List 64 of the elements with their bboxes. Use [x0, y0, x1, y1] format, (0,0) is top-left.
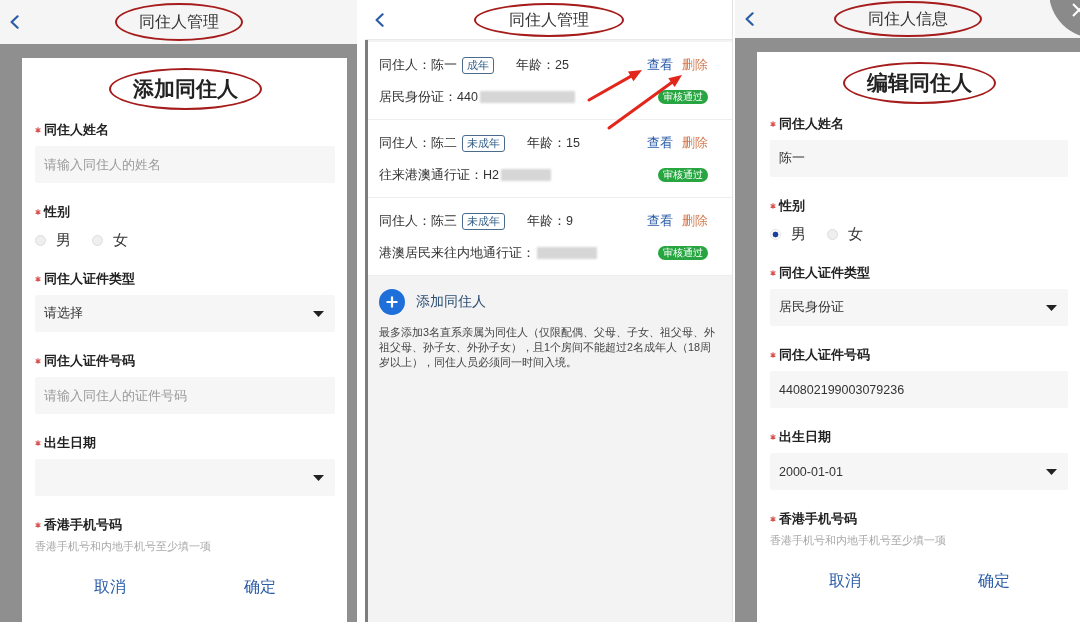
field-label: 出生日期	[779, 428, 831, 446]
field-label: 性别	[779, 197, 805, 215]
cancel-button[interactable]: 取消	[770, 561, 919, 601]
add-button[interactable]: 添加同住人	[379, 289, 486, 315]
field-label: 同住人证件号码	[779, 346, 870, 364]
radio-option[interactable]: 女	[92, 230, 128, 250]
confirm-button[interactable]: 确定	[185, 567, 335, 607]
age-text: 年龄：15	[527, 134, 580, 152]
select-field[interactable]: 请选择	[35, 295, 335, 332]
back-icon[interactable]	[9, 15, 19, 29]
field-label: 出生日期	[44, 434, 96, 452]
input-field[interactable]: 请输入同住人的证件号码	[35, 377, 335, 414]
field-label: 同住人姓名	[779, 115, 844, 133]
radio-option[interactable]: 男	[35, 230, 71, 250]
page-title: 同住人信息	[867, 9, 948, 29]
input-field[interactable]: 440802199003079236	[770, 371, 1068, 408]
radio-option[interactable]: 男	[770, 224, 806, 244]
input-field[interactable]: 请输入同住人的姓名	[35, 146, 335, 183]
close-icon[interactable]	[1050, 0, 1080, 38]
field-label: 同住人证件类型	[779, 264, 870, 282]
resident-name: 同住人：陈三	[379, 212, 457, 230]
info-note: 最多添加3名直系亲属为同住人（仅限配偶、父母、子女、祖父母、外祖父母、孙子女、外孙子女），且1个房间不能超过2名成年人（18周岁以上），同住人员必须同一时间入境。	[379, 325, 716, 370]
field-label: 同住人姓名	[44, 121, 109, 139]
field-label: 香港手机号码	[779, 510, 857, 528]
status-badge: 审核通过	[658, 90, 708, 104]
back-icon[interactable]	[374, 12, 384, 27]
view-link[interactable]: 查看	[647, 212, 673, 230]
age-group-tag: 成年	[462, 56, 494, 74]
age-text: 年龄：25	[516, 56, 569, 74]
plus-icon	[379, 289, 405, 315]
input-field[interactable]: 陈一	[770, 140, 1068, 177]
status-badge: 审核通过	[658, 168, 708, 182]
dialog-title: 编辑同住人	[866, 70, 972, 96]
caret-icon	[313, 310, 324, 317]
age-text: 年龄：9	[527, 212, 573, 230]
field-label: 性别	[44, 203, 70, 221]
caret-icon	[1046, 468, 1057, 475]
select-field[interactable]	[35, 459, 335, 496]
confirm-button[interactable]: 确定	[919, 561, 1068, 601]
resident-name: 同住人：陈一	[379, 56, 457, 74]
document-text: 港澳居民来往内地通行证：	[379, 244, 535, 262]
hint-text: 香港手机号和内地手机号至少填一项	[35, 539, 212, 553]
back-icon[interactable]	[744, 12, 754, 26]
hint-text: 香港手机号和内地手机号至少填一项	[770, 533, 947, 547]
field-label: 同住人证件类型	[44, 270, 135, 288]
age-group-tag: 未成年	[462, 212, 505, 230]
page-title: 同住人管理	[508, 9, 589, 30]
view-link[interactable]: 查看	[647, 134, 673, 152]
field-label: 香港手机号码	[44, 516, 122, 534]
select-field[interactable]: 2000-01-01	[770, 453, 1068, 490]
status-badge: 审核通过	[658, 246, 708, 260]
radio-option[interactable]: 女	[827, 224, 863, 244]
field-label: 同住人证件号码	[44, 352, 135, 370]
cancel-button[interactable]: 取消	[35, 567, 185, 607]
age-group-tag: 未成年	[462, 134, 505, 152]
select-field[interactable]: 居民身份证	[770, 289, 1068, 326]
resident-name: 同住人：陈二	[379, 134, 457, 152]
document-text: 往来港澳通行证：H2	[379, 166, 499, 184]
document-text: 居民身份证：440	[379, 88, 478, 106]
view-link[interactable]: 查看	[647, 56, 673, 74]
caret-icon	[313, 474, 324, 481]
page-title: 同住人管理	[138, 12, 219, 32]
caret-icon	[1046, 304, 1057, 311]
dialog-title: 添加同住人	[132, 76, 238, 102]
